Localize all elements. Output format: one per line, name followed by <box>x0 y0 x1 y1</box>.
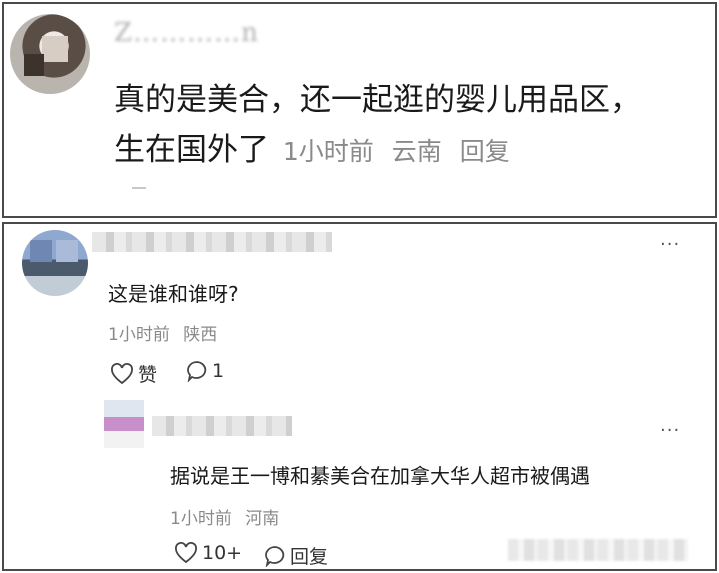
like-label: 赞 <box>138 364 158 386</box>
like-count: 10+ <box>202 542 243 564</box>
reply-meta: 1小时前 河南 <box>170 504 287 529</box>
comment-bubble-icon <box>187 361 207 382</box>
original-post-card: Z…………n 真的是美合，还一起逛的婴儿用品区， 生在国外了 1小时前 云南 回… <box>2 2 717 218</box>
heart-icon <box>111 362 133 384</box>
reply-count: 1 <box>212 360 225 382</box>
post-reply-button[interactable]: 回复 <box>460 137 510 166</box>
reply-button[interactable]: 1 <box>186 360 224 382</box>
comment-time: 1小时前 <box>108 325 170 345</box>
comment-bubble-icon <box>265 545 285 567</box>
reply-location: 河南 <box>245 509 280 529</box>
watermark <box>508 539 688 561</box>
reply-text: 据说是王一博和綦美合在加拿大华人超市被偶遇 <box>170 464 590 488</box>
post-meta: 1小时前 云南 回复 <box>283 137 520 166</box>
username[interactable]: Z…………n <box>114 18 259 48</box>
reply-label: 回复 <box>290 546 329 568</box>
more-icon[interactable]: ··· <box>660 420 680 441</box>
like-button[interactable]: 赞 <box>110 360 157 387</box>
post-text-line2: 生在国外了 1小时前 云南 回复 <box>114 124 520 169</box>
post-text-line1: 真的是美合，还一起逛的婴儿用品区， <box>114 82 641 118</box>
reply-button[interactable]: 回复 <box>264 542 328 569</box>
reply-time: 1小时前 <box>170 509 232 529</box>
comment-location: 陕西 <box>183 325 218 345</box>
post-location: 云南 <box>391 137 442 166</box>
post-time: 1小时前 <box>282 137 374 166</box>
avatar[interactable] <box>10 14 90 94</box>
post-text-line2-content: 生在国外了 <box>114 132 269 168</box>
heart-icon <box>175 542 197 564</box>
comments-card: ··· 这是谁和谁呀? 1小时前 陕西 赞 1 ··· 据说是王一博和綦美合在加… <box>2 222 717 571</box>
username-blurred[interactable] <box>92 232 332 252</box>
avatar[interactable] <box>22 230 88 296</box>
username-blurred[interactable] <box>152 416 292 436</box>
divider <box>132 187 146 189</box>
comment-text: 这是谁和谁呀? <box>108 282 239 306</box>
more-icon[interactable]: ··· <box>660 234 680 255</box>
avatar[interactable] <box>104 400 144 448</box>
like-button[interactable]: 10+ <box>174 542 242 564</box>
comment-meta: 1小时前 陕西 <box>108 320 225 345</box>
